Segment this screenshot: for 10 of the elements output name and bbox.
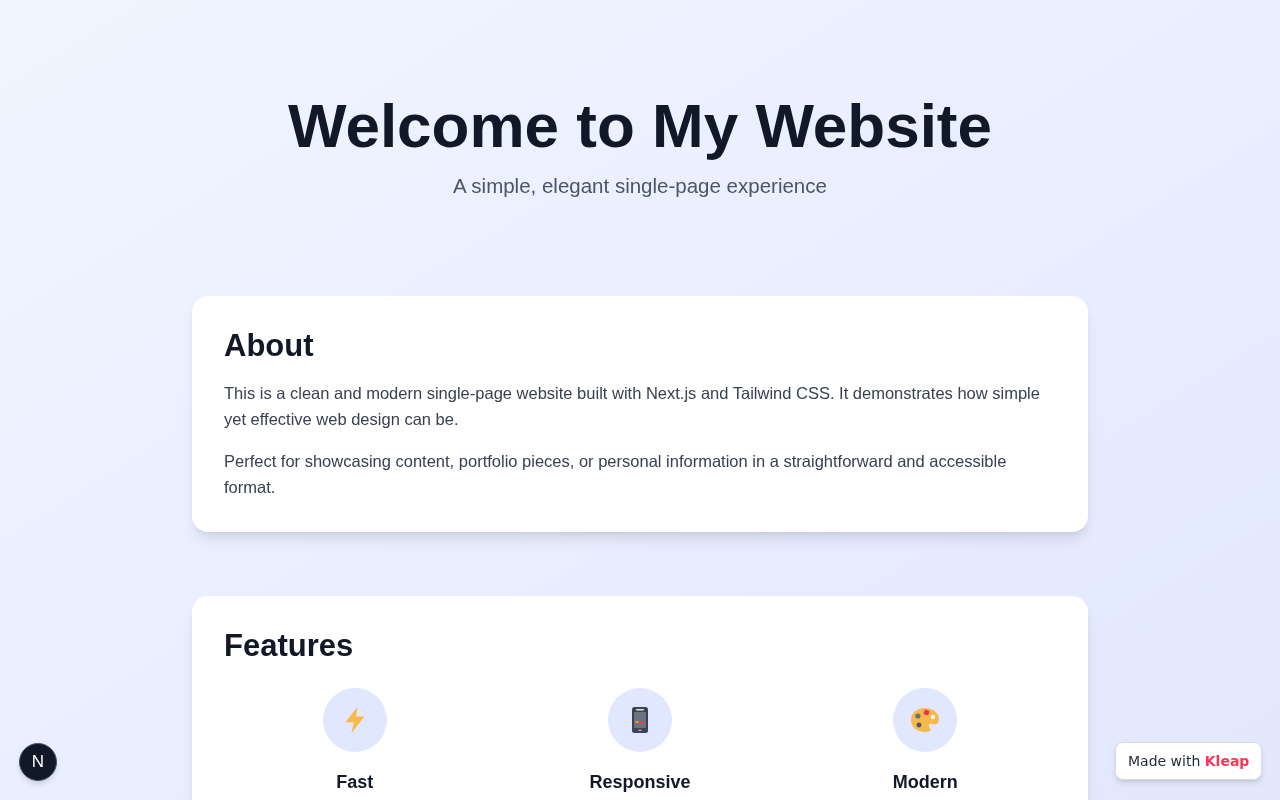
- about-heading: About: [224, 328, 315, 364]
- feature-title: Fast: [336, 771, 374, 794]
- about-paragraph: Perfect for showcasing content, portfolio pieces, or personal information in a straightforward and accessible format.: [224, 451, 1008, 498]
- features-heading: Features: [224, 628, 355, 664]
- logo-button[interactable]: N: [19, 743, 57, 781]
- about-paragraph: This is a clean and modern single-page website built with Next.js and Tailwind CSS. It demonstrates how simple yet effective web design can be.: [224, 383, 1041, 430]
- page-subtitle: A simple, elegant single-page experience: [453, 173, 827, 199]
- feature-title: Responsive: [589, 771, 691, 794]
- made-with-link[interactable]: Made with Kleap: [1115, 742, 1263, 780]
- feature-title: Modern: [892, 771, 958, 794]
